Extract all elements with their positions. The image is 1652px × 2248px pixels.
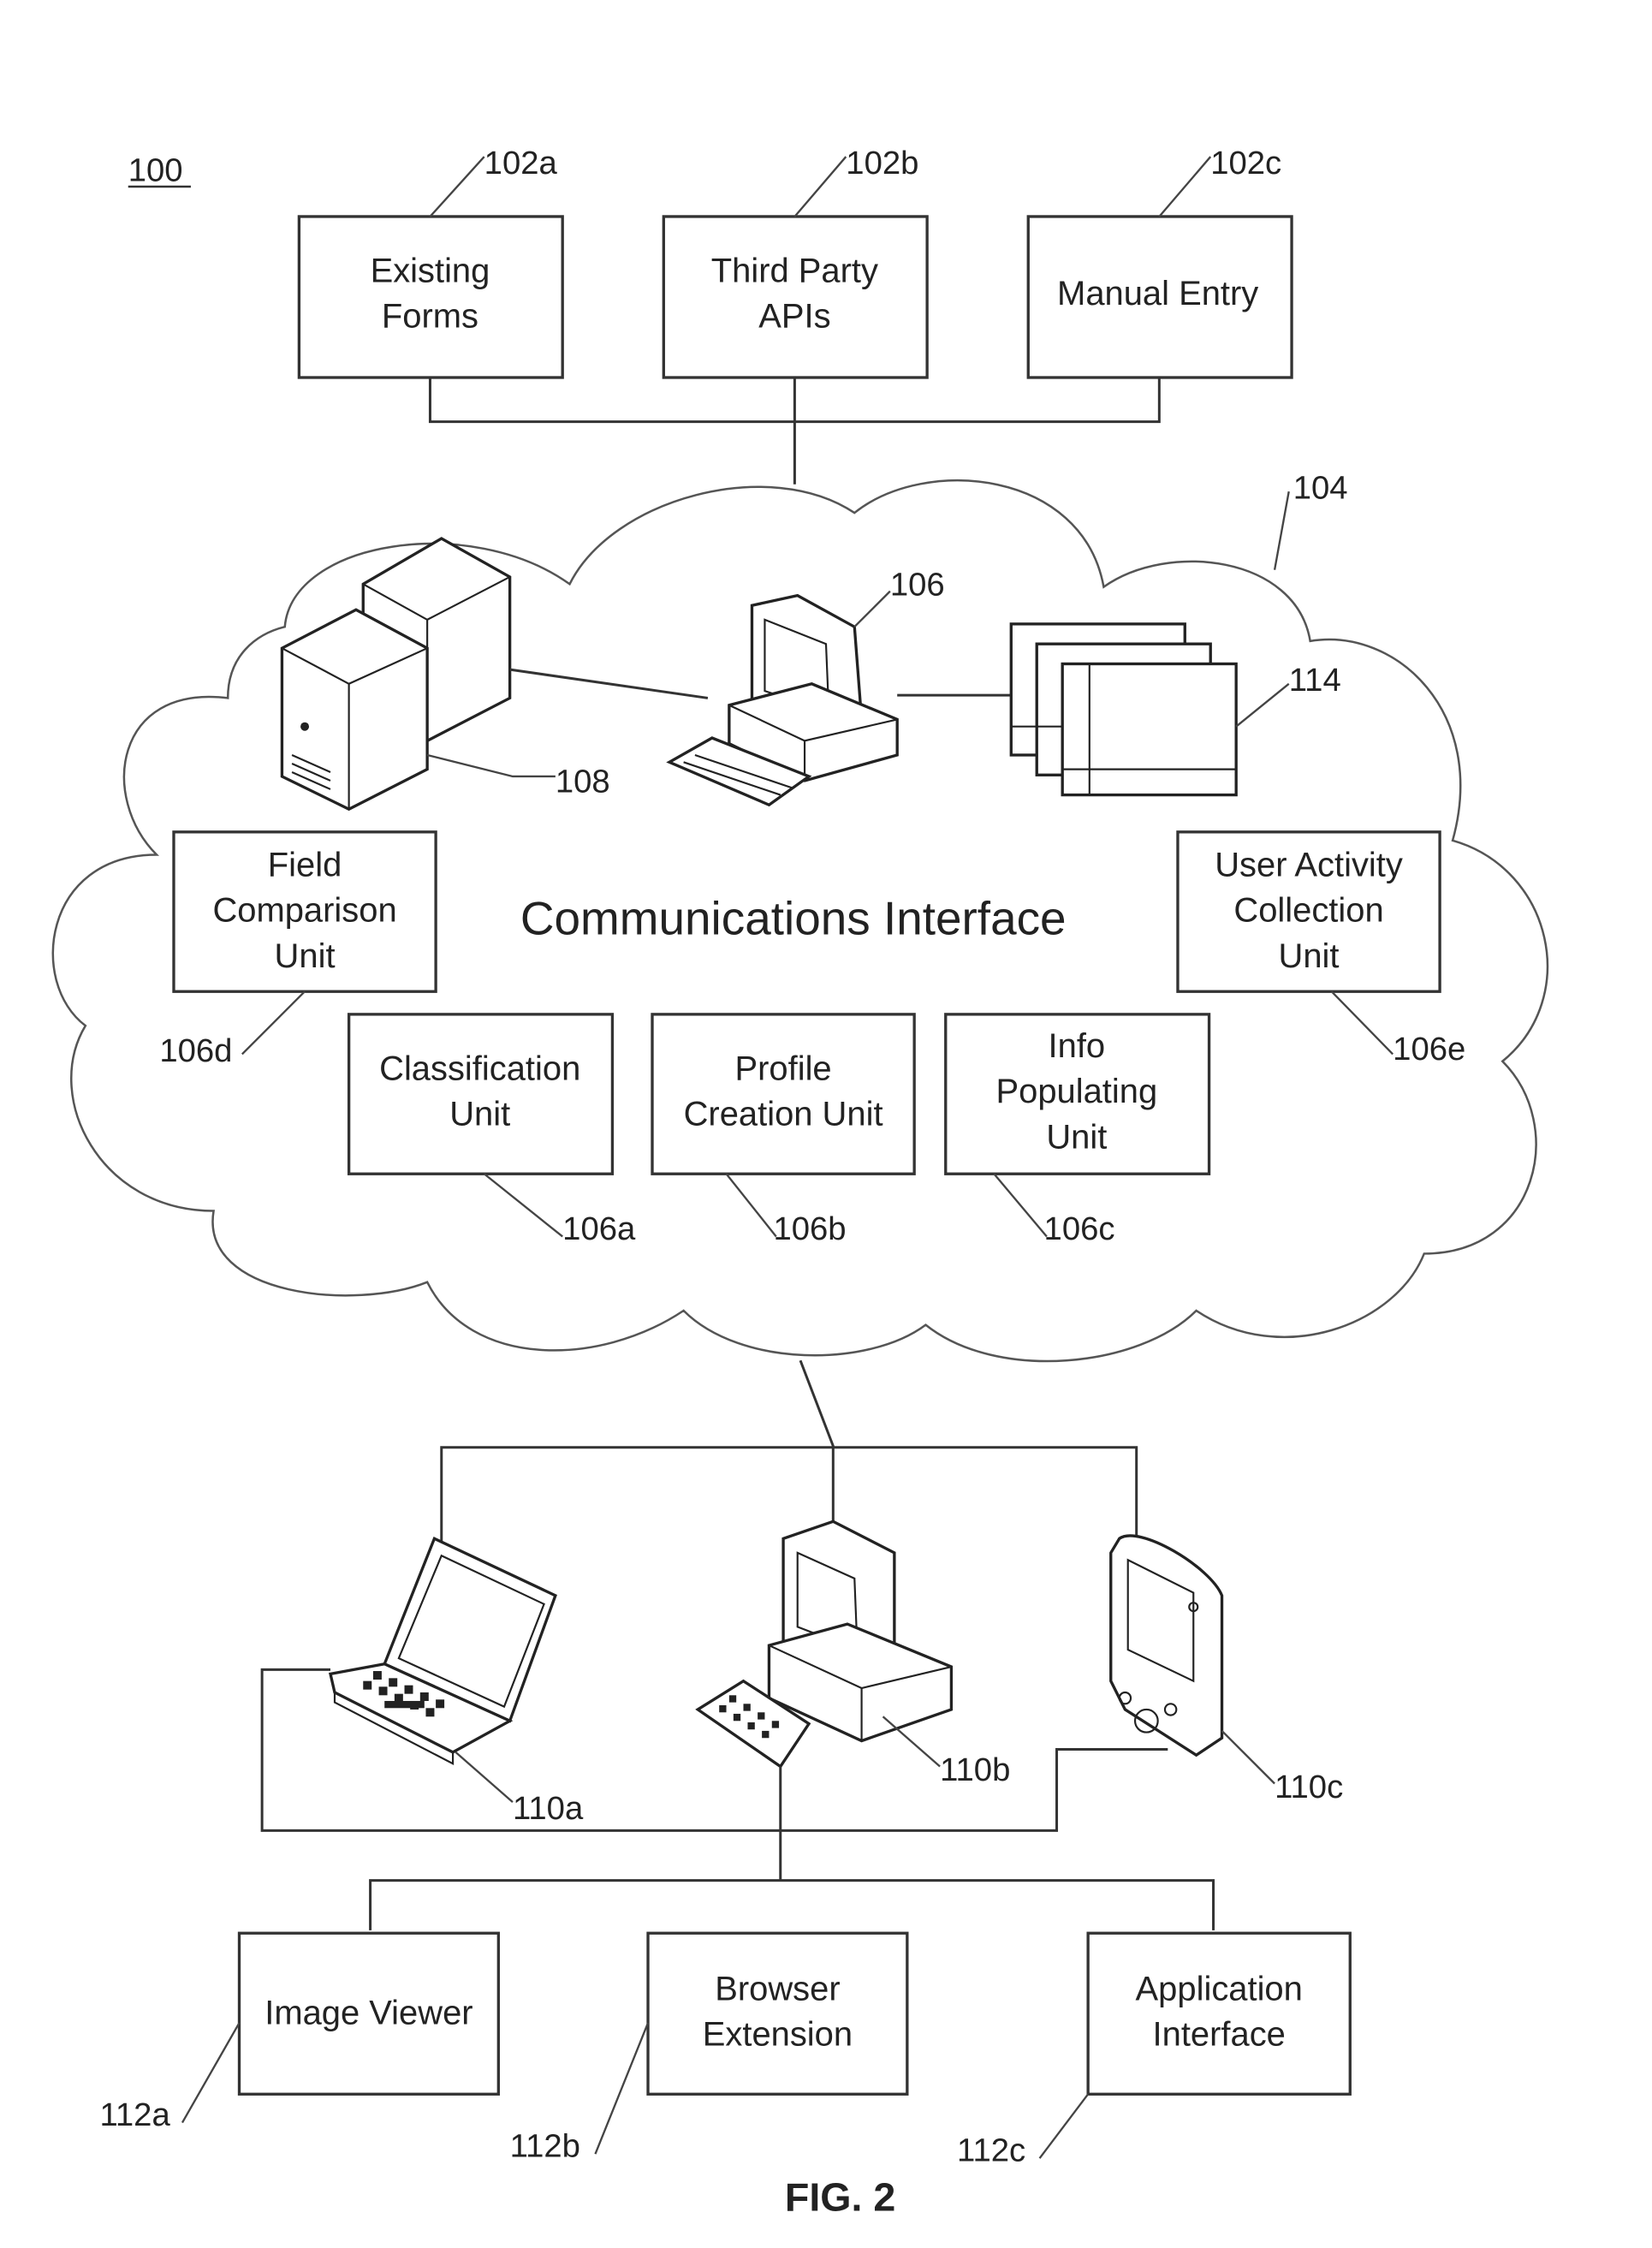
device-reference: 110a <box>513 1790 584 1827</box>
device-connector <box>440 1359 1138 1542</box>
unit-reference: 106b <box>773 1210 846 1247</box>
unit-label-line2: Comparison <box>212 892 396 930</box>
computer-reference: 106 <box>890 567 945 604</box>
unit-label-line2: Populating <box>995 1073 1157 1110</box>
unit-label-line3: Unit <box>1279 937 1340 975</box>
client-image-viewer: Image Viewer 112a <box>99 1931 500 2133</box>
system-reference: 100 <box>128 152 183 188</box>
client-label-line1: Image Viewer <box>264 1995 472 2032</box>
source-existing-forms: Existing Forms 102a <box>297 145 564 379</box>
figure-caption: FIG. 2 <box>785 2175 895 2220</box>
handheld-device-icon: 110c <box>1109 1534 1343 1805</box>
client-reference: 112b <box>510 2127 580 2164</box>
source-reference: 102b <box>846 145 918 181</box>
patent-diagram: 100 Existing Forms 102a Third Party APIs… <box>51 145 1549 2220</box>
unit-label-line1: Field <box>268 846 342 883</box>
device-reference: 110b <box>940 1751 1010 1788</box>
client-browser-extension: Browser Extension 112b <box>510 1931 909 2164</box>
client-label-line2: Interface <box>1153 2016 1286 2054</box>
source-label-line1: Existing <box>371 252 490 289</box>
client-reference: 112c <box>957 2132 1025 2168</box>
unit-label-line1: Info <box>1049 1027 1106 1065</box>
source-third-party-apis: Third Party APIs 102b <box>662 145 929 379</box>
unit-label-line3: Unit <box>1046 1118 1107 1156</box>
unit-reference: 106a <box>562 1210 636 1247</box>
unit-label-line2: Collection <box>1233 892 1383 930</box>
unit-label-line3: Unit <box>275 937 336 975</box>
unit-reference: 106e <box>1393 1031 1465 1068</box>
cloud-title: Communications Interface <box>520 892 1067 945</box>
source-label-line1: Manual Entry <box>1057 275 1258 312</box>
unit-label-line2: Creation Unit <box>684 1096 883 1133</box>
unit-reference: 106d <box>159 1032 232 1069</box>
desktop-computer-icon: 110b <box>695 1519 1010 1788</box>
unit-label-line1: User Activity <box>1215 846 1403 883</box>
source-label-line2: APIs <box>758 298 830 336</box>
source-connector <box>428 377 1161 485</box>
documents-reference: 114 <box>1289 662 1341 699</box>
client-application-interface: Application Interface 112c <box>957 1931 1352 2168</box>
source-label-line1: Third Party <box>711 252 878 289</box>
client-connector <box>369 1879 1215 1930</box>
laptop-icon: 110a <box>328 1537 584 1827</box>
unit-label-line1: Classification <box>379 1050 580 1087</box>
cloud-reference: 104 <box>1293 469 1348 506</box>
source-manual-entry: Manual Entry 102c <box>1026 145 1293 379</box>
client-reference: 112a <box>99 2096 170 2133</box>
device-reference: 110c <box>1275 1769 1343 1805</box>
source-reference: 102a <box>484 145 558 181</box>
client-label-line2: Extension <box>703 2016 853 2054</box>
source-label-line2: Forms <box>382 298 478 336</box>
unit-label-line2: Unit <box>449 1096 510 1133</box>
unit-label-line1: Profile <box>735 1050 832 1087</box>
unit-reference: 106c <box>1044 1210 1115 1247</box>
client-label-line1: Application <box>1136 1970 1303 2007</box>
client-label-line1: Browser <box>715 1970 840 2007</box>
server-reference: 108 <box>556 763 610 800</box>
source-reference: 102c <box>1210 145 1281 181</box>
cloud-leader <box>1273 491 1290 570</box>
